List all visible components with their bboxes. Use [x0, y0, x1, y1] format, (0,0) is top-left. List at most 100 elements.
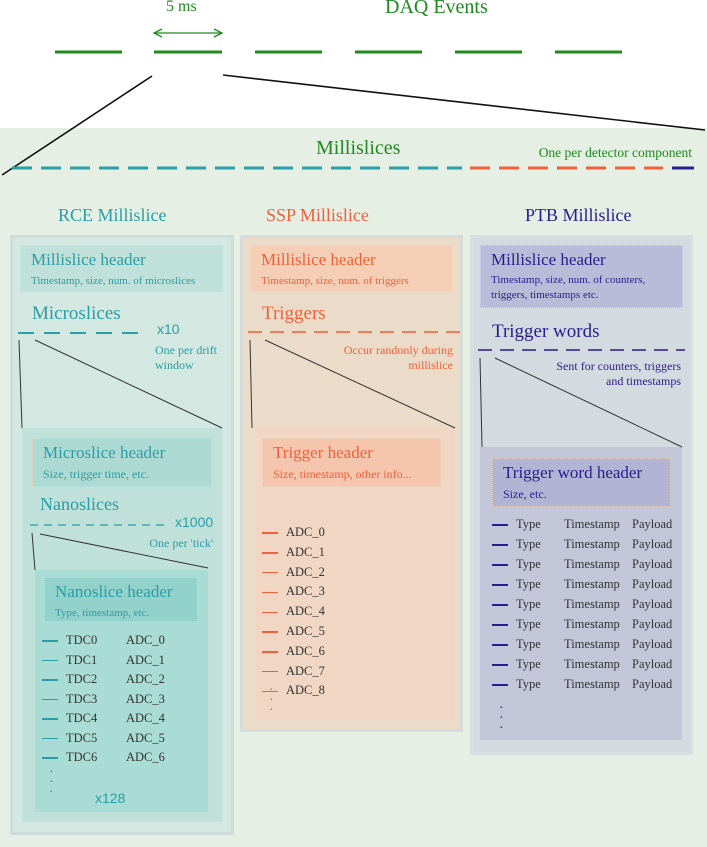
- row-field: ADC_2: [126, 672, 165, 686]
- nanoslice-header: Nanoslice header Type, timestamp, etc.: [44, 577, 198, 622]
- ellipsis-icon: · · ·: [499, 701, 504, 736]
- row-field: Timestamp: [564, 677, 620, 691]
- row-field: ADC_1: [286, 544, 325, 559]
- dash-icon: [492, 644, 508, 646]
- ellipsis-icon: · · ·: [49, 765, 54, 800]
- header-title: Trigger word header: [503, 463, 643, 482]
- row-field: Type: [516, 537, 541, 551]
- row-field: Timestamp: [564, 577, 620, 591]
- millislices-note: One per detector component: [538, 145, 692, 160]
- row-field: Type: [516, 657, 541, 671]
- row-field: TDC6: [66, 750, 98, 764]
- dash-icon: [42, 679, 58, 681]
- ptb-millislice-header: Millislice header Timestamp, size, num. …: [480, 245, 683, 308]
- list-item: Type Timestamp Payload: [492, 637, 692, 652]
- row-field: Payload: [632, 537, 673, 551]
- ellipsis-icon: · · ·: [269, 683, 274, 718]
- triggers-note-2: millislice: [408, 358, 453, 372]
- list-item: Type Timestamp Payload: [492, 537, 692, 552]
- header-subtitle: Size, etc.: [503, 487, 547, 501]
- list-item: ADC_3: [262, 584, 366, 599]
- ssp-millislice-header: Millislice header Timestamp, size, num. …: [250, 245, 453, 292]
- list-item: ADC_4: [262, 604, 366, 619]
- row-field: Timestamp: [564, 597, 620, 611]
- dash-icon: [492, 524, 508, 526]
- rce-millislice-header: Millislice header Timestamp, size, num. …: [20, 245, 223, 292]
- row-field: TDC2: [66, 672, 98, 686]
- header-title: Microslice header: [43, 443, 166, 462]
- list-item: ADC_8: [262, 683, 366, 698]
- row-field: ADC_2: [286, 564, 325, 579]
- trigger-words-note-1: Sent for counters, triggers: [556, 359, 681, 373]
- trigger-word-header: Trigger word header Size, etc.: [492, 458, 671, 507]
- row-field: ADC_6: [286, 643, 325, 658]
- list-item: TDC5 ADC_5: [42, 731, 196, 746]
- list-item: ADC_7: [262, 664, 366, 679]
- row-field: Type: [516, 617, 541, 631]
- header-subtitle: Timestamp, size, num. of triggers: [261, 275, 409, 287]
- row-field: Payload: [632, 637, 673, 651]
- dash-icon: [42, 757, 58, 759]
- row-field: Timestamp: [564, 557, 620, 571]
- header-title: Nanoslice header: [55, 582, 173, 601]
- header-subtitle-1: Timestamp, size, num. of counters,: [491, 274, 646, 286]
- row-field: Timestamp: [564, 637, 620, 651]
- dash-icon: [492, 664, 508, 666]
- list-item: ADC_5: [262, 624, 366, 639]
- row-field: TDC4: [66, 711, 98, 725]
- list-item: Type Timestamp Payload: [492, 677, 692, 692]
- list-item: ADC_6: [262, 644, 366, 659]
- row-field: ADC_4: [286, 604, 325, 619]
- list-item: Type Timestamp Payload: [492, 517, 692, 532]
- dash-icon: [42, 659, 58, 662]
- row-field: ADC_6: [126, 750, 165, 764]
- trigger-words-title: Trigger words: [492, 321, 600, 342]
- list-item: TDC0 ADC_0: [42, 633, 196, 648]
- duration-arrow: [152, 28, 224, 38]
- list-item: ADC_2: [262, 565, 366, 580]
- header-subtitle: Type, timestamp, etc.: [55, 607, 150, 619]
- row-field: ADC_0: [286, 525, 325, 539]
- header-subtitle-2: triggers, timestamps etc.: [491, 289, 599, 301]
- microslice-multiplier: x10: [157, 321, 180, 337]
- list-item: Type Timestamp Payload: [492, 577, 692, 592]
- header-title: Millislice header: [261, 250, 376, 269]
- header-title: Trigger header: [273, 443, 373, 462]
- dash-icon: [492, 544, 508, 546]
- triggers-note-1: Occur randonly during: [343, 343, 453, 357]
- triggers-title: Triggers: [262, 303, 326, 324]
- list-item: TDC2 ADC_2: [42, 672, 196, 687]
- row-field: ADC_5: [286, 624, 325, 638]
- row-field: ADC_4: [126, 711, 165, 725]
- nanoslice-multiplier: x1000: [175, 514, 214, 530]
- dash-icon: [262, 552, 278, 554]
- dash-icon: [262, 670, 278, 673]
- row-field: Payload: [632, 577, 673, 591]
- rce-title: RCE Millislice: [58, 205, 167, 225]
- row-field: Payload: [632, 677, 673, 691]
- row-field: TDC0: [66, 633, 98, 647]
- trigger-words-note-2: and timestamps: [606, 374, 681, 388]
- dash-icon: [42, 737, 58, 740]
- header-subtitle: Timestamp, size, num. of microslices: [31, 275, 196, 287]
- row-field: Payload: [632, 557, 673, 571]
- row-field: Payload: [632, 617, 673, 631]
- row-field: ADC_5: [126, 730, 165, 745]
- row-field: Timestamp: [564, 657, 620, 671]
- row-field: TDC5: [66, 730, 98, 745]
- row-field: Type: [516, 637, 541, 651]
- row-field: Timestamp: [564, 517, 620, 531]
- list-item: ADC_0: [262, 525, 366, 540]
- row-field: TDC3: [66, 691, 98, 706]
- ssp-title: SSP Millislice: [266, 205, 369, 225]
- millislices-title: Millislices: [316, 137, 401, 159]
- dash-icon: [262, 651, 278, 653]
- list-item: TDC3 ADC_3: [42, 692, 196, 707]
- dash-icon: [262, 571, 278, 574]
- header-subtitle: Size, trigger time, etc.: [43, 467, 149, 481]
- trigger-header: Trigger header Size, timestamp, other in…: [262, 438, 441, 487]
- microslice-note-1: One per drift: [155, 343, 217, 357]
- row-field: Timestamp: [564, 617, 620, 631]
- row-field: ADC_0: [126, 633, 165, 647]
- row-field: ADC_3: [286, 584, 325, 599]
